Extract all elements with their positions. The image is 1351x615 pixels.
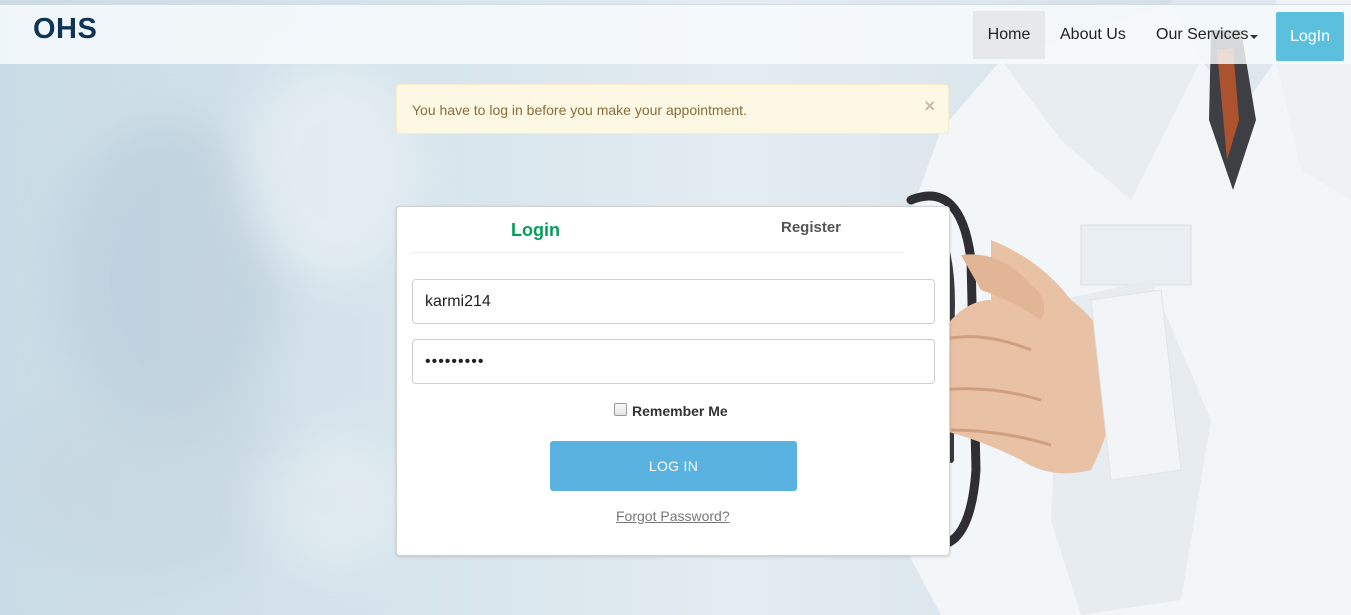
- tab-register[interactable]: Register: [781, 219, 841, 236]
- login-card: Login Register Remember Me LOG IN Forgot…: [396, 206, 950, 556]
- caret-down-icon: [1250, 34, 1259, 39]
- close-icon[interactable]: ×: [924, 97, 935, 115]
- nav-about-us[interactable]: About Us: [1060, 11, 1126, 59]
- remember-me-label: Remember Me: [632, 403, 728, 419]
- page: OHS Home About Us Our Services LogIn You…: [0, 0, 1351, 615]
- alert-message: You have to log in before you make your …: [412, 102, 747, 118]
- brand-logo[interactable]: OHS: [33, 13, 97, 46]
- remember-me-checkbox[interactable]: [614, 403, 627, 416]
- nav-login-button[interactable]: LogIn: [1276, 12, 1344, 61]
- login-submit-button[interactable]: LOG IN: [550, 441, 797, 491]
- password-input[interactable]: [412, 339, 935, 384]
- warning-alert: You have to log in before you make your …: [396, 84, 949, 134]
- nav-about-label: About Us: [1060, 26, 1126, 43]
- forgot-password-link[interactable]: Forgot Password?: [616, 508, 730, 524]
- background-blur: [240, 60, 420, 280]
- nav-home[interactable]: Home: [973, 11, 1045, 59]
- remember-me[interactable]: Remember Me: [614, 403, 728, 419]
- nav-our-services-dropdown[interactable]: Our Services: [1156, 11, 1259, 59]
- nav-services-label: Our Services: [1156, 26, 1249, 43]
- tab-divider: [412, 252, 904, 253]
- background-blur: [250, 430, 410, 570]
- tab-login[interactable]: Login: [511, 220, 560, 241]
- username-input[interactable]: [412, 279, 935, 324]
- doctor-image: [881, 0, 1351, 615]
- top-navbar: OHS Home About Us Our Services LogIn: [0, 4, 1351, 64]
